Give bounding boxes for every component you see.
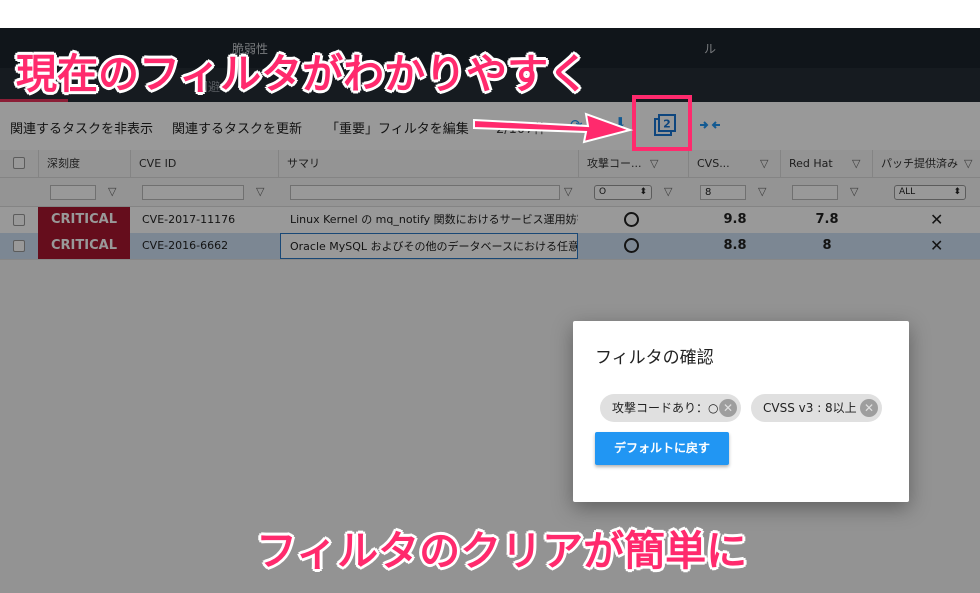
annotation-top: 現在のフィルタがわかりやすく <box>16 50 590 98</box>
filter-chip-label: 攻撃コードあり：○ <box>612 401 719 415</box>
filter-confirm-dialog: フィルタの確認 攻撃コードあり：○ ✕ CVSS v3 : 8以上 ✕ デフォル… <box>573 321 909 502</box>
highlight-box <box>632 95 692 151</box>
filter-chip-label: CVSS v3 : 8以上 <box>763 401 857 415</box>
remove-filter-icon[interactable]: ✕ <box>719 399 737 417</box>
reset-to-default-button[interactable]: デフォルトに戻す <box>595 432 729 465</box>
filter-chip-cvss[interactable]: CVSS v3 : 8以上 ✕ <box>751 394 882 422</box>
annotation-bottom: フィルタのクリアが簡単に <box>256 527 748 575</box>
callout-arrow <box>470 106 640 146</box>
filter-chip-attack-code[interactable]: 攻撃コードあり：○ ✕ <box>600 394 741 422</box>
remove-filter-icon[interactable]: ✕ <box>860 399 878 417</box>
top-margin <box>0 0 980 28</box>
dialog-title: フィルタの確認 <box>595 348 714 368</box>
